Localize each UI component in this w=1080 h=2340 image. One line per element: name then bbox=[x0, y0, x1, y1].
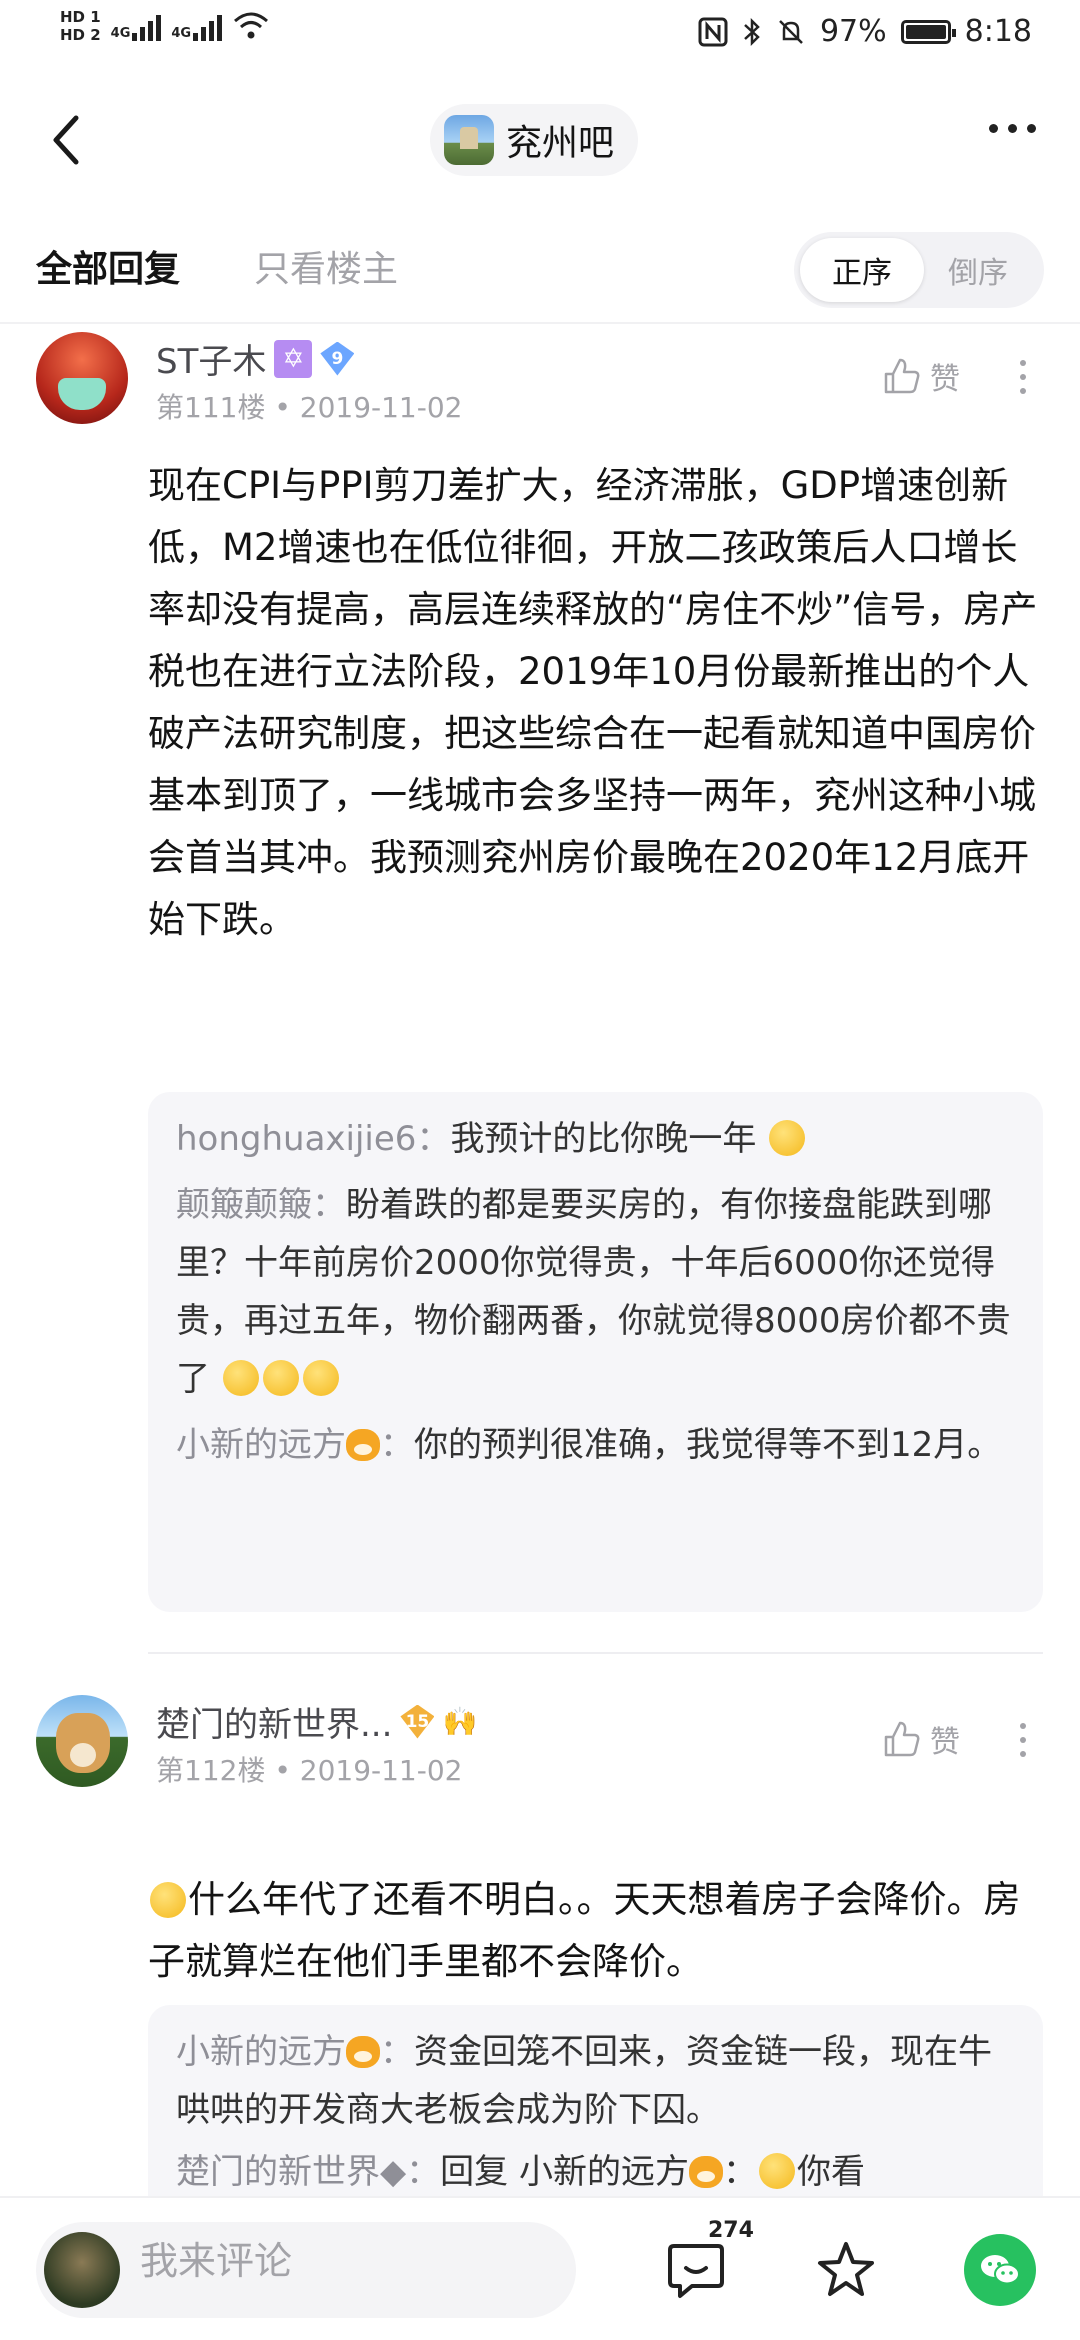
list-item[interactable]: 小新的远方 ：你的预判很准确，我觉得等不到12月。 bbox=[176, 1416, 1015, 1474]
status-bar: HD 1 HD 2 4G 4G 97% 8:18 bbox=[0, 0, 1080, 72]
back-arrow-icon[interactable] bbox=[44, 112, 94, 168]
post-content: 什么年代了还看不明白。。天天想着房子会降价。房子就算烂在他们手里都不会降价。 bbox=[148, 1878, 1021, 1983]
bottom-bar: 我来评论 274 bbox=[0, 2196, 1080, 2340]
favorite-star-icon[interactable] bbox=[814, 2238, 878, 2302]
reply-author[interactable]: honghuaxijie6 bbox=[176, 1119, 416, 1159]
user-avatar[interactable] bbox=[36, 332, 128, 424]
giggle-emoji-icon bbox=[262, 1360, 299, 1396]
comment-placeholder: 我来评论 bbox=[140, 2239, 293, 2283]
username[interactable]: ST子木 bbox=[156, 334, 266, 383]
reply-text: 回复 小新的远方 bbox=[440, 2152, 689, 2192]
thinking-emoji-icon bbox=[150, 1882, 186, 1918]
tiger-emoji-icon bbox=[688, 2156, 723, 2188]
giggle-emoji-icon bbox=[302, 1360, 339, 1396]
star-badge-icon: ✡ bbox=[274, 339, 313, 378]
reply-bubble-icon[interactable] bbox=[664, 2238, 728, 2302]
thumb-up-icon bbox=[884, 358, 920, 394]
list-item[interactable]: 颠簸颠簸：盼着跌的都是要买房的，有你接盘能跌到哪里？十年前房价2000你觉得贵，… bbox=[176, 1176, 1015, 1408]
wechat-share-button[interactable] bbox=[964, 2234, 1036, 2306]
fan-badge-icon: 🙌 bbox=[442, 1705, 478, 1738]
reply-tabs: 全部回复 只看楼主 正序 倒序 bbox=[0, 220, 1080, 320]
reply-list: 小新的远方 ：资金回笼不回来，资金链一段，现在牛哄哄的开发商大老板会成为阶下囚。 … bbox=[148, 2005, 1043, 2225]
sort-toggle: 正序 倒序 bbox=[794, 232, 1044, 308]
tab-owner-only[interactable]: 只看楼主 bbox=[254, 240, 398, 292]
reply-list: honghuaxijie6：我预计的比你晚一年 颠簸颠簸：盼着跌的都是要买房的，… bbox=[148, 1092, 1043, 1612]
post-menu-icon[interactable] bbox=[1020, 1723, 1026, 1757]
battery-icon bbox=[900, 19, 956, 44]
thinking-emoji-icon bbox=[758, 2153, 795, 2189]
reply-text: 我预计的比你晚一年 bbox=[450, 1119, 757, 1159]
divider bbox=[0, 322, 1080, 324]
reply-count: 274 bbox=[708, 2218, 754, 2243]
like-label: 赞 bbox=[930, 1725, 960, 1760]
my-avatar bbox=[44, 2232, 120, 2308]
signal-icon-1: 4G bbox=[111, 11, 162, 41]
forum-name: 兖州吧 bbox=[506, 123, 615, 164]
forum-avatar bbox=[444, 115, 494, 165]
battery-percent: 97% bbox=[819, 14, 887, 49]
post-menu-icon[interactable] bbox=[1020, 360, 1026, 394]
post-content: 现在CPI与PPI剪刀差扩大，经济滞胀，GDP增速创新低，M2增速也在低位徘徊，… bbox=[148, 464, 1038, 941]
hd-indicator: HD 1 HD 2 bbox=[60, 8, 101, 44]
like-button[interactable]: 赞 bbox=[882, 354, 960, 398]
level-badge-icon: 9 bbox=[320, 341, 355, 376]
like-label: 赞 bbox=[930, 362, 960, 397]
divider bbox=[148, 1652, 1043, 1654]
sort-ascending-button[interactable]: 正序 bbox=[800, 238, 924, 302]
wifi-icon bbox=[234, 12, 269, 39]
wechat-icon bbox=[981, 2255, 1020, 2285]
bluetooth-icon bbox=[744, 17, 760, 46]
hug-emoji-icon bbox=[769, 1120, 806, 1156]
signal-icon-2: 4G bbox=[171, 11, 223, 41]
tiger-emoji-icon bbox=[346, 2036, 380, 2068]
reply-author[interactable]: 小新的远方 bbox=[176, 1425, 346, 1465]
reply-text: 你的预判很准确，我觉得等不到12月。 bbox=[414, 1425, 1002, 1465]
tiger-emoji-icon bbox=[346, 1429, 380, 1461]
list-item[interactable]: honghuaxijie6：我预计的比你晚一年 bbox=[176, 1110, 1015, 1168]
reply-author[interactable]: 小新的远方 bbox=[176, 2032, 346, 2072]
giggle-emoji-icon bbox=[222, 1360, 259, 1396]
floor-date: 第111楼 • 2019-11-02 bbox=[156, 391, 463, 424]
reply-author[interactable]: 楚门的新世界◆ bbox=[176, 2152, 406, 2192]
clock: 8:18 bbox=[964, 14, 1032, 49]
username[interactable]: 楚门的新世界... bbox=[156, 1697, 392, 1746]
user-avatar[interactable] bbox=[36, 1695, 128, 1787]
list-item[interactable]: 小新的远方 ：资金回笼不回来，资金链一段，现在牛哄哄的开发商大老板会成为阶下囚。 bbox=[176, 2023, 1015, 2139]
sort-descending-button[interactable]: 倒序 bbox=[916, 238, 1040, 302]
tab-all-replies[interactable]: 全部回复 bbox=[36, 240, 180, 292]
forum-pill[interactable]: 兖州吧 bbox=[430, 104, 639, 176]
nav-bar: 兖州吧 bbox=[0, 90, 1080, 190]
nfc-icon bbox=[698, 17, 728, 46]
more-options-icon[interactable] bbox=[989, 124, 1036, 133]
list-item[interactable]: 楚门的新世界◆：回复 小新的远方：你看 bbox=[176, 2143, 1015, 2201]
reply-author[interactable]: 颠簸颠簸 bbox=[176, 1185, 312, 1225]
level-badge-icon: 15 bbox=[400, 1704, 435, 1739]
like-button[interactable]: 赞 bbox=[882, 1717, 960, 1761]
thumb-up-icon bbox=[884, 1721, 920, 1757]
mute-bell-icon bbox=[779, 19, 803, 44]
floor-date: 第112楼 • 2019-11-02 bbox=[156, 1754, 463, 1787]
